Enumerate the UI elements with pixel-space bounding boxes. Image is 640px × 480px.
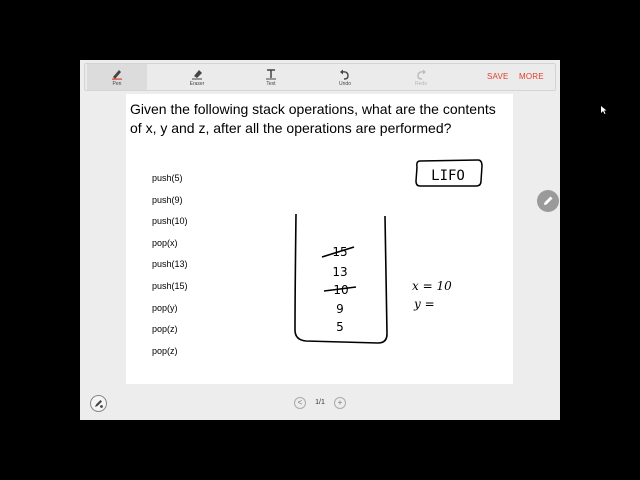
redo-icon <box>417 69 426 80</box>
pen-settings-button[interactable] <box>90 395 107 412</box>
text-tool-button[interactable]: Text <box>241 64 301 90</box>
note-canvas[interactable]: Given the following stack operations, wh… <box>126 94 513 384</box>
save-button[interactable]: SAVE <box>487 72 509 81</box>
eraser-tool-label: Eraser <box>189 81 205 87</box>
bottom-bar: < 1/1 + <box>80 388 560 420</box>
toolbar: Pen Eraser Text Undo Redo SAVE MORE <box>84 63 556 91</box>
text-tool-label: Text <box>266 81 276 87</box>
text-icon <box>266 69 276 80</box>
pen-tool-button[interactable]: Pen <box>87 64 147 90</box>
page-navigator: < 1/1 + <box>294 397 346 410</box>
stack-value-5: 5 <box>336 320 344 334</box>
redo-label: Redo <box>415 81 427 87</box>
add-page-button[interactable]: + <box>334 397 346 409</box>
eraser-icon <box>192 70 202 80</box>
note-editor-app: Pen Eraser Text Undo Redo SAVE MORE Give… <box>80 60 560 420</box>
prev-page-button[interactable]: < <box>294 397 306 409</box>
pen-tool-label: Pen <box>112 81 122 87</box>
undo-label: Undo <box>339 81 351 87</box>
undo-button[interactable]: Undo <box>315 64 375 90</box>
x-note: x = 10 <box>412 279 452 293</box>
handwriting-layer: LIFO 15 13 10 9 5 x = 10 y = <box>294 159 483 344</box>
lifo-label: LIFO <box>431 168 465 184</box>
stack-value-13: 13 <box>332 265 347 279</box>
y-note: y = <box>413 297 435 311</box>
eraser-tool-button[interactable]: Eraser <box>167 64 227 90</box>
pencil-icon <box>544 196 553 205</box>
undo-icon <box>340 69 349 80</box>
mouse-cursor-icon <box>601 106 607 114</box>
stack-value-9: 9 <box>336 302 344 316</box>
page-indicator: 1/1 <box>315 399 325 406</box>
redo-button[interactable]: Redo <box>391 64 451 90</box>
pen-icon <box>112 70 122 80</box>
edit-button[interactable] <box>537 190 559 212</box>
more-button[interactable]: MORE <box>519 72 544 81</box>
pen-settings-icon <box>95 400 103 408</box>
